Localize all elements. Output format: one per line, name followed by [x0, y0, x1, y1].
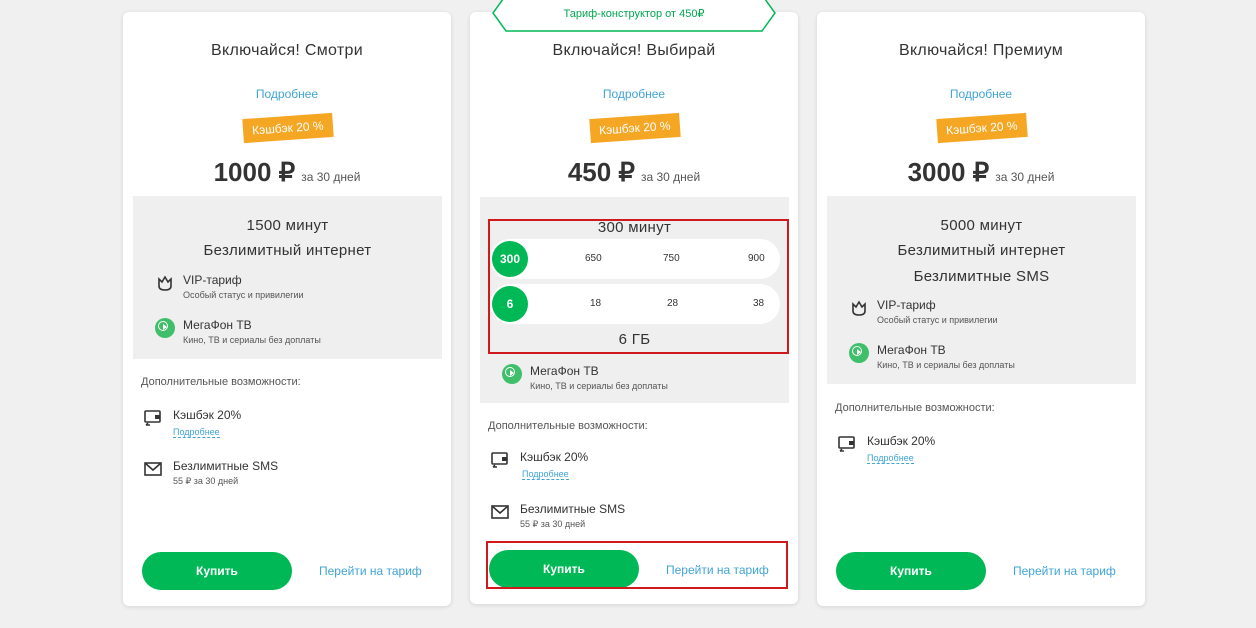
wallet-icon: [491, 452, 508, 468]
plan-card-premium: Включайся! Премиум Подробнее Кэшбэк 20 %…: [817, 12, 1145, 606]
feature-name: VIP-тариф: [877, 298, 936, 312]
play-icon: [849, 343, 869, 363]
price: 450 ₽ за 30 дней: [470, 157, 798, 188]
details-link[interactable]: Подробнее: [123, 87, 451, 101]
details-link[interactable]: Подробнее: [470, 87, 798, 101]
feature-desc: Особый статус и привилегии: [877, 315, 998, 325]
switch-tariff-link[interactable]: Перейти на тариф: [1013, 564, 1116, 578]
feature-desc: Особый статус и привилегии: [183, 290, 304, 300]
plan-details-panel: 1500 минут Безлимитный интернет VIP-тари…: [133, 196, 442, 359]
price-value: 3000 ₽: [907, 157, 990, 187]
minutes-line: 5000 минут: [940, 217, 1023, 234]
extra-desc: 55 ₽ за 30 дней: [520, 519, 586, 529]
buy-button[interactable]: Купить: [142, 552, 292, 590]
sms-line: Безлимитные SMS: [913, 268, 1050, 285]
internet-line: Безлимитный интернет: [203, 242, 372, 259]
minutes-line: 1500 минут: [246, 217, 329, 234]
feature-name: VIP-тариф: [183, 273, 242, 287]
feature-name: МегаФон ТВ: [183, 318, 252, 332]
extra-name: Кэшбэк 20%: [867, 434, 936, 448]
feature-desc: Кино, ТВ и сериалы без доплаты: [877, 360, 1015, 370]
price-value: 1000 ₽: [213, 157, 296, 187]
wallet-icon: [144, 410, 161, 426]
price: 1000 ₽ за 30 дней: [123, 157, 451, 188]
buy-button[interactable]: Купить: [836, 552, 986, 590]
cashback-tag: Кэшбэк 20 %: [936, 112, 1028, 144]
extras-title: Дополнительные возможности:: [488, 420, 648, 432]
extra-name: Кэшбэк 20%: [520, 450, 589, 464]
details-link[interactable]: Подробнее: [817, 87, 1145, 101]
crown-icon: [158, 275, 172, 291]
mail-icon: [144, 462, 162, 476]
wallet-icon: [838, 436, 855, 452]
mail-icon: [491, 505, 509, 519]
constructor-highlight-box: [488, 219, 789, 354]
price-period: за 30 дней: [640, 170, 701, 184]
price-period: за 30 дней: [301, 170, 361, 184]
plan-title: Включайся! Выбирай: [552, 42, 716, 59]
constructor-badge: Тариф-конструктор от 450₽: [492, 0, 776, 32]
plan-title: Включайся! Смотри: [211, 42, 363, 59]
switch-tariff-link[interactable]: Перейти на тариф: [319, 564, 422, 578]
plan-title: Включайся! Премиум: [898, 42, 1064, 59]
extra-name: Безлимитные SMS: [520, 502, 626, 516]
price: 3000 ₽ за 30 дней: [817, 157, 1145, 188]
internet-line: Безлимитный интернет: [897, 242, 1066, 259]
crown-icon: [852, 300, 866, 316]
price-period: за 30 дней: [995, 170, 1055, 184]
badge-label: Тариф-конструктор от 450₽: [563, 8, 705, 20]
extra-desc: 55 ₽ за 30 дней: [173, 476, 239, 486]
play-icon: [502, 364, 522, 384]
buy-highlight-box: [486, 541, 788, 589]
play-icon: [155, 318, 175, 338]
extra-name: Безлимитные SMS: [173, 459, 279, 473]
feature-name: МегаФон ТВ: [530, 364, 599, 378]
extra-details-link[interactable]: Подробнее: [173, 427, 220, 438]
plan-details-panel: 5000 минут Безлимитный интернет Безлимит…: [827, 196, 1136, 384]
feature-desc: Кино, ТВ и сериалы без доплаты: [530, 381, 668, 391]
extras-title: Дополнительные возможности:: [835, 402, 995, 414]
price-value: 450 ₽: [567, 157, 635, 187]
extra-details-link[interactable]: Подробнее: [867, 453, 914, 464]
cashback-tag: Кэшбэк 20 %: [242, 112, 334, 144]
plan-card-watch: Включайся! Смотри Подробнее Кэшбэк 20 % …: [123, 12, 451, 606]
feature-desc: Кино, ТВ и сериалы без доплаты: [183, 335, 321, 345]
extras-title: Дополнительные возможности:: [141, 376, 301, 388]
extra-details-link[interactable]: Подробнее: [522, 469, 569, 480]
extra-name: Кэшбэк 20%: [173, 408, 242, 422]
feature-name: МегаФон ТВ: [877, 343, 946, 357]
